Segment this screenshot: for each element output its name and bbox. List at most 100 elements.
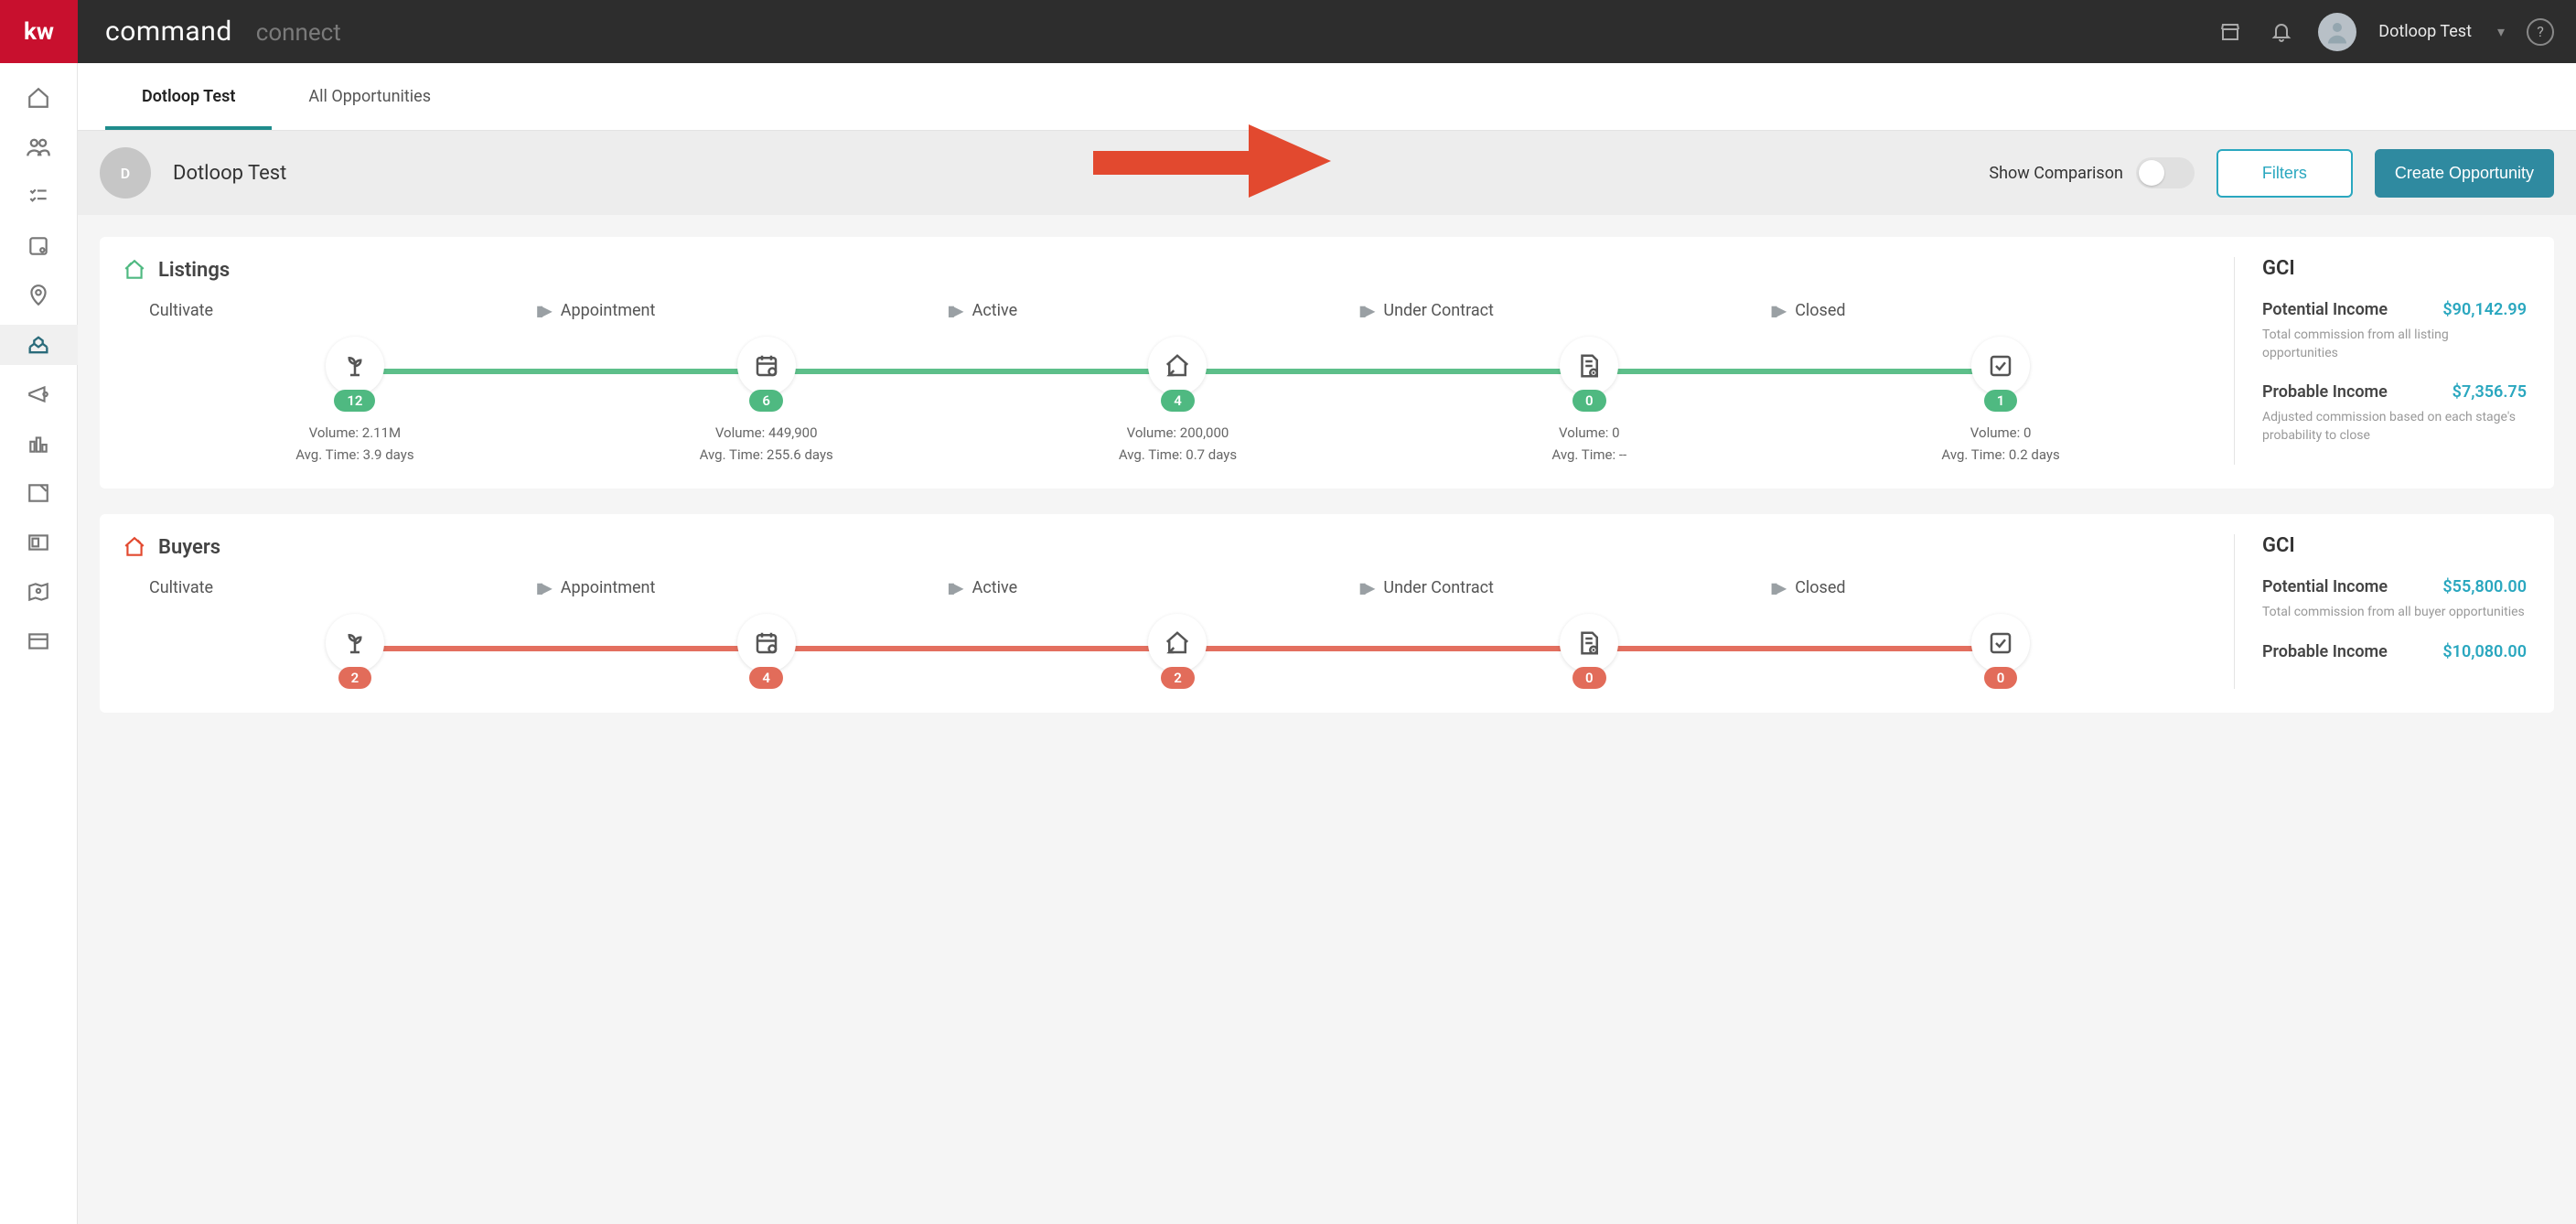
tab-all-opportunities[interactable]: All Opportunities <box>272 63 467 130</box>
active-icon <box>1148 614 1207 672</box>
sidebar-reports-icon[interactable] <box>0 424 78 464</box>
user-name[interactable]: Dotloop Test <box>2378 22 2472 41</box>
buyers-stage-cultivate[interactable]: Cultivate ▮▶ 2 <box>149 578 561 689</box>
brand-command[interactable]: command <box>105 16 232 48</box>
user-avatar[interactable] <box>2318 13 2356 51</box>
listings-pipeline: Cultivate ▮▶ 12 Volume: 2.11M Avg. Time: … <box>122 301 2234 463</box>
tabs: Dotloop Test All Opportunities <box>78 63 2576 131</box>
stage-volume: Volume: 449,900 <box>715 424 818 441</box>
stage-label: Closed <box>1795 578 1845 597</box>
tab-dotloop-test[interactable]: Dotloop Test <box>105 63 272 130</box>
stage-label: Appointment <box>561 578 656 597</box>
buyers-stage-under-contract[interactable]: Under Contract ▮▶ 0 <box>1383 578 1795 689</box>
stage-count: 1 <box>1984 390 2018 412</box>
sidebar-consumer-icon[interactable] <box>0 621 78 661</box>
stage-count: 0 <box>1984 667 2018 689</box>
stage-label: Closed <box>1795 301 1845 320</box>
show-comparison-text: Show Comparison <box>1989 164 2123 183</box>
create-opportunity-button[interactable]: Create Opportunity <box>2375 149 2554 198</box>
buyers-house-icon <box>122 534 147 560</box>
buyers-pipeline: Cultivate▮▶ 2 Appointment▮▶ 4 Ac <box>122 578 2234 689</box>
probable-income-label: Probable Income <box>2262 642 2388 661</box>
cultivate-icon <box>326 337 384 395</box>
appointment-icon <box>737 337 796 395</box>
gci-title: GCI <box>2262 534 2527 557</box>
listings-stage-cultivate[interactable]: Cultivate▮▶ 12 Volume: 2.11M Avg. Time: … <box>149 301 561 463</box>
stage-arrow-icon: ▮▶ <box>536 579 550 596</box>
help-icon[interactable]: ? <box>2527 18 2554 46</box>
stage-label: Active <box>972 301 1018 320</box>
stage-volume: Volume: 0 <box>1970 424 2032 441</box>
sidebar-listings-icon[interactable] <box>0 522 78 563</box>
stage-arrow-icon: ▮▶ <box>1770 302 1784 319</box>
stage-count: 0 <box>1572 667 1606 689</box>
stage-arrow-icon: ▮▶ <box>1358 302 1372 319</box>
buyers-title: Buyers <box>158 536 220 559</box>
probable-income-value: $7,356.75 <box>2453 382 2527 402</box>
buyers-gci-panel: GCI Potential Income $55,800.00 Total co… <box>2234 534 2545 689</box>
potential-income-value: $90,142.99 <box>2442 300 2527 319</box>
sidebar-contacts-icon[interactable] <box>0 127 78 167</box>
chevron-down-icon[interactable]: ▾ <box>2497 23 2505 40</box>
closed-icon <box>1971 337 2030 395</box>
contract-icon <box>1560 614 1618 672</box>
stage-avg-time: Avg. Time: 3.9 days <box>295 446 413 463</box>
show-comparison-toggle[interactable] <box>2136 157 2195 188</box>
listings-stage-under-contract[interactable]: Under Contract▮▶ 0 Volume: 0 Avg. Time: … <box>1383 301 1795 463</box>
potential-income-desc: Total commission from all buyer opportun… <box>2262 604 2527 622</box>
stage-avg-time: Avg. Time: -- <box>1551 446 1626 463</box>
sidebar-home-icon[interactable] <box>0 78 78 118</box>
sidebar-opportunities-icon[interactable] <box>0 325 78 365</box>
listings-house-icon <box>122 257 147 283</box>
bell-icon[interactable] <box>2267 17 2296 47</box>
active-icon <box>1148 337 1207 395</box>
cultivate-icon <box>326 614 384 672</box>
sidebar-campaigns-icon[interactable] <box>0 374 78 414</box>
stage-arrow-icon: ▮▶ <box>1770 579 1784 596</box>
listings-stage-closed[interactable]: Closed▮▶ 1 Volume: 0 Avg. Time: 0.2 days <box>1795 301 2206 463</box>
sidebar-map-icon[interactable] <box>0 572 78 612</box>
sidebar-location-icon[interactable] <box>0 275 78 316</box>
stage-label: Under Contract <box>1383 578 1494 597</box>
stage-arrow-icon: ▮▶ <box>947 302 961 319</box>
kw-logo[interactable]: kw <box>0 0 78 63</box>
filters-button[interactable]: Filters <box>2216 149 2353 198</box>
page-avatar: D <box>100 147 151 199</box>
buyers-stage-closed[interactable]: Closed▮▶ 0 <box>1795 578 2206 689</box>
potential-income-value: $55,800.00 <box>2442 577 2527 596</box>
stage-avg-time: Avg. Time: 0.2 days <box>1941 446 2059 463</box>
show-comparison-label: Show Comparison <box>1989 157 2195 188</box>
stage-avg-time: Avg. Time: 255.6 days <box>700 446 833 463</box>
sidebar-designs-icon[interactable] <box>0 473 78 513</box>
stage-label: Under Contract <box>1383 301 1494 320</box>
listings-stage-active[interactable]: Active▮▶ 4 Volume: 200,000 Avg. Time: 0.… <box>972 301 1384 463</box>
main: Dotloop Test All Opportunities D Dotloop… <box>78 63 2576 1224</box>
stage-label: Cultivate <box>149 301 213 320</box>
listings-stage-appointment[interactable]: Appointment▮▶ 6 Volume: 449,900 Avg. Tim… <box>561 301 972 463</box>
buyers-stage-active[interactable]: Active▮▶ 2 <box>972 578 1384 689</box>
sidebar-smartplans-icon[interactable] <box>0 226 78 266</box>
listings-card: Listings Cultivate▮▶ 12 Volume: 2.11M Av… <box>100 237 2554 489</box>
sidebar-tasks-icon[interactable] <box>0 177 78 217</box>
stage-avg-time: Avg. Time: 0.7 days <box>1119 446 1237 463</box>
appointment-icon <box>737 614 796 672</box>
buyers-stage-appointment[interactable]: Appointment ▮▶ 4 <box>561 578 972 689</box>
listings-gci-panel: GCI Potential Income $90,142.99 Total co… <box>2234 257 2545 465</box>
stage-count: 2 <box>1161 667 1195 689</box>
stage-volume: Volume: 0 <box>1559 424 1620 441</box>
stage-volume: Volume: 2.11M <box>309 424 402 441</box>
potential-income-desc: Total commission from all listing opport… <box>2262 327 2527 362</box>
stage-label: Active <box>972 578 1018 597</box>
stage-label: Cultivate <box>149 578 213 597</box>
annotation-arrow <box>1093 131 1349 195</box>
marketplace-icon[interactable] <box>2216 17 2245 47</box>
stage-arrow-icon: ▮▶ <box>947 579 961 596</box>
gci-title: GCI <box>2262 257 2527 280</box>
stage-volume: Volume: 200,000 <box>1127 424 1229 441</box>
stage-count: 12 <box>334 390 375 412</box>
stage-count: 4 <box>749 667 783 689</box>
stage-count: 2 <box>338 667 372 689</box>
brand-connect[interactable]: connect <box>256 19 341 47</box>
sidebar <box>0 63 78 1224</box>
probable-income-value: $10,080.00 <box>2442 642 2527 661</box>
